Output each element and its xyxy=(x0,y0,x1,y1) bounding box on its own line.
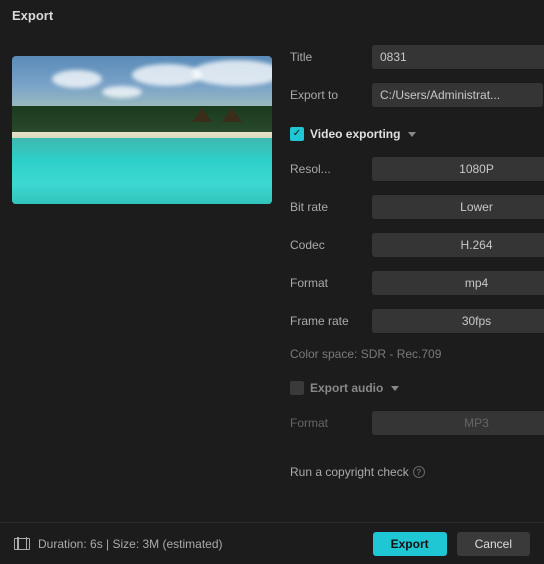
bitrate-select[interactable]: Lower xyxy=(372,195,544,219)
chevron-down-icon xyxy=(391,386,399,391)
chevron-down-icon xyxy=(408,132,416,137)
resolution-label: Resol... xyxy=(290,162,362,176)
film-icon xyxy=(14,538,30,550)
title-input[interactable] xyxy=(372,45,544,69)
video-preview xyxy=(12,56,272,204)
footer-info: Duration: 6s | Size: 3M (estimated) xyxy=(38,537,223,551)
codec-select[interactable]: H.264 xyxy=(372,233,544,257)
color-space-info: Color space: SDR - Rec.709 xyxy=(290,347,544,361)
codec-label: Codec xyxy=(290,238,362,252)
framerate-label: Frame rate xyxy=(290,314,362,328)
video-format-select[interactable]: mp4 xyxy=(372,271,544,295)
export-button[interactable]: Export xyxy=(373,532,447,556)
framerate-value: 30fps xyxy=(462,314,491,328)
bitrate-label: Bit rate xyxy=(290,200,362,214)
export-audio-label: Export audio xyxy=(310,381,383,395)
video-exporting-checkbox[interactable]: ✓ xyxy=(290,127,304,141)
resolution-value: 1080P xyxy=(459,162,494,176)
copyright-check-label: Run a copyright check ? xyxy=(290,465,425,479)
export-to-input[interactable] xyxy=(372,83,543,107)
video-exporting-label: Video exporting xyxy=(310,127,400,141)
codec-value: H.264 xyxy=(460,238,492,252)
video-format-label: Format xyxy=(290,276,362,290)
export-audio-checkbox[interactable] xyxy=(290,381,304,395)
resolution-select[interactable]: 1080P xyxy=(372,157,544,181)
title-label: Title xyxy=(290,50,362,64)
video-exporting-toggle[interactable]: ✓ Video exporting xyxy=(290,127,544,141)
audio-format-value: MP3 xyxy=(464,416,489,430)
video-format-value: mp4 xyxy=(465,276,488,290)
export-audio-toggle[interactable]: Export audio xyxy=(290,381,544,395)
cancel-button[interactable]: Cancel xyxy=(457,532,530,556)
dialog-title: Export xyxy=(0,0,544,31)
audio-format-select: MP3 xyxy=(372,411,544,435)
help-icon[interactable]: ? xyxy=(413,466,425,478)
audio-format-label: Format xyxy=(290,416,362,430)
check-icon: ✓ xyxy=(293,129,301,139)
bitrate-value: Lower xyxy=(460,200,493,214)
framerate-select[interactable]: 30fps xyxy=(372,309,544,333)
export-to-label: Export to xyxy=(290,88,362,102)
